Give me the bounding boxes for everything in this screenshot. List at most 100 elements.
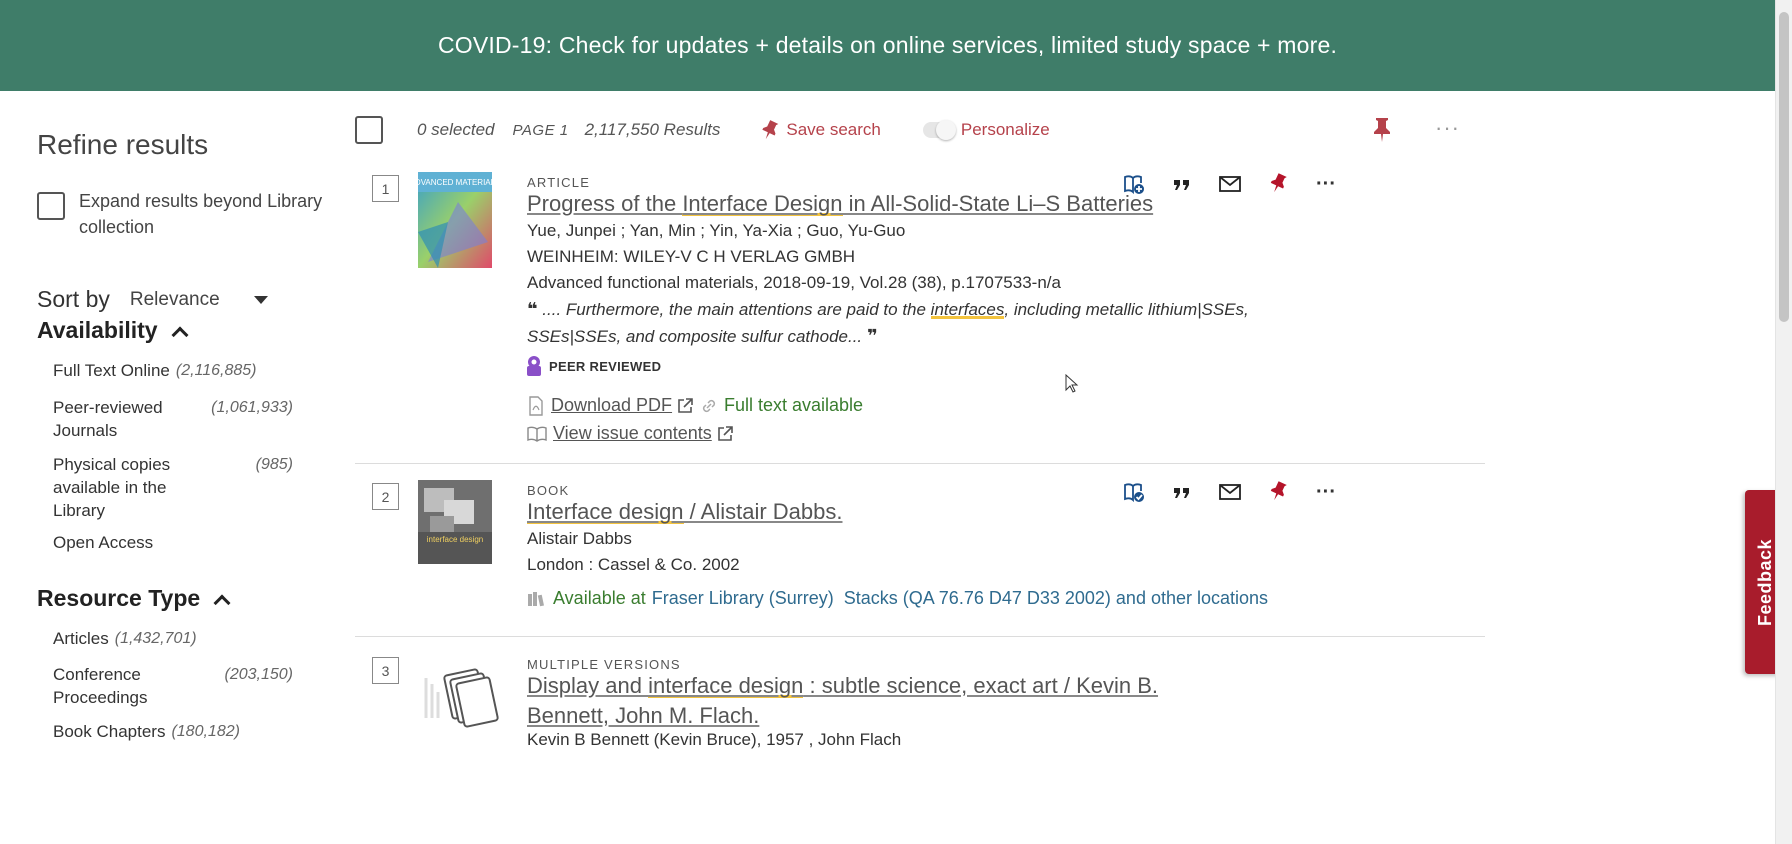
facet-label[interactable]: Conference Proceedings <box>53 663 193 709</box>
facet-label[interactable]: Book Chapters <box>53 720 165 743</box>
view-issue-contents-link[interactable]: View issue contents <box>527 423 734 444</box>
resource-type-facet-toggle[interactable]: Resource Type <box>37 585 231 612</box>
book-cover-image[interactable]: interface design <box>418 480 492 564</box>
title-highlight[interactable]: Interface design <box>527 499 684 524</box>
cite-icon[interactable] <box>1158 176 1206 192</box>
select-all-checkbox[interactable] <box>355 116 383 144</box>
personalize-toggle[interactable] <box>922 120 956 140</box>
result-authors: Kevin B Bennett (Kevin Bruce), 1957 , Jo… <box>527 730 902 749</box>
chevron-up-icon[interactable] <box>171 326 189 343</box>
result-authors: Alistair Dabbs <box>527 529 632 548</box>
availability-location-link[interactable]: Stacks (QA 76.76 D47 D33 2002) and other… <box>844 588 1268 609</box>
result-actions: ··· <box>1110 172 1350 196</box>
title-text[interactable]: in All-Solid-State Li–S Batteries <box>843 191 1154 216</box>
email-icon[interactable] <box>1206 483 1254 501</box>
download-pdf-label[interactable]: Download PDF <box>551 395 672 416</box>
journal-cover-image[interactable]: ADVANCED MATERIALS <box>410 172 500 268</box>
save-search-button[interactable]: Save search <box>760 119 881 141</box>
cite-icon[interactable] <box>1158 484 1206 500</box>
title-text[interactable]: Display and <box>527 673 648 698</box>
result-type: MULTIPLE VERSIONS <box>527 657 681 672</box>
save-search-label[interactable]: Save search <box>786 120 881 140</box>
result-item: 2 interface design BOOK Interface design… <box>355 480 1485 637</box>
result-publisher: WEINHEIM: WILEY-V C H VERLAG GMBH <box>527 247 856 266</box>
pin-icon[interactable] <box>1254 172 1302 196</box>
pin-icon[interactable] <box>1254 480 1302 504</box>
results-count: 2,117,550 Results <box>584 120 721 139</box>
more-options-icon[interactable]: ··· <box>1302 173 1350 196</box>
result-number: 2 <box>372 483 399 510</box>
pdf-file-icon <box>529 395 543 416</box>
expand-results-label[interactable]: Expand results beyond Library collection <box>79 188 349 240</box>
get-it-icon[interactable] <box>1110 480 1158 504</box>
scrollbar-thumb[interactable] <box>1779 12 1789 322</box>
download-pdf-link[interactable]: Download PDF <box>527 395 694 416</box>
facet-count: (985) <box>255 456 293 473</box>
expand-results-checkbox[interactable] <box>37 192 65 220</box>
availability-facet-toggle[interactable]: Availability <box>37 317 189 344</box>
open-book-icon <box>527 426 547 442</box>
peer-reviewed-icon <box>527 356 541 376</box>
title-text[interactable]: Progress of the <box>527 191 682 216</box>
facet-label[interactable]: Physical copies available in the Library <box>53 453 193 522</box>
covid-banner[interactable]: COVID-19: Check for updates + details on… <box>0 0 1775 91</box>
facet-label[interactable]: Open Access <box>53 531 153 554</box>
view-issue-label[interactable]: View issue contents <box>553 423 712 444</box>
cover-thumbnail[interactable]: interface design <box>418 480 500 564</box>
cover-text: ADVANCED MATERIALS <box>418 178 492 187</box>
pinned-items-button[interactable] <box>1372 117 1392 148</box>
facet-peer-reviewed[interactable]: Peer-reviewed Journals (1,061,933) <box>53 396 293 442</box>
sort-select[interactable]: Relevance <box>130 289 220 311</box>
sort-by[interactable]: Sort by Relevance <box>37 286 268 313</box>
snippet-highlight: interfaces <box>930 300 1005 319</box>
title-highlight[interactable]: interface design <box>648 673 803 698</box>
pin-icon <box>762 120 779 140</box>
more-options-icon[interactable]: ··· <box>1435 115 1460 141</box>
results-toolbar: 0 selected PAGE 1 2,117,550 Results Save… <box>355 113 1465 147</box>
refine-title: Refine results <box>37 129 209 160</box>
snippet-text: .... Furthermore, the main attentions ar… <box>537 300 931 319</box>
expand-results-option[interactable]: Expand results beyond Library collection <box>37 188 349 240</box>
availability-line[interactable]: Available at Fraser Library (Surrey) Sta… <box>527 588 1268 609</box>
cover-thumbnail[interactable]: ADVANCED MATERIALS <box>410 172 500 270</box>
caret-down-icon[interactable] <box>253 295 268 304</box>
title-highlight[interactable]: Interface Design <box>682 191 842 216</box>
result-actions: ··· <box>1110 480 1350 504</box>
facet-label[interactable]: Full Text Online <box>53 359 170 382</box>
page-scrollbar[interactable] <box>1775 0 1792 844</box>
full-text-label[interactable]: Full text available <box>724 395 863 416</box>
facet-open-access[interactable]: Open Access <box>53 531 293 554</box>
link-icon <box>702 399 716 412</box>
result-type: ARTICLE <box>527 175 591 190</box>
pin-icon <box>1374 118 1390 142</box>
result-authors: Yue, Junpei ; Yan, Min ; Yin, Ya-Xia ; G… <box>527 221 906 240</box>
personalize-label[interactable]: Personalize <box>961 120 1050 140</box>
full-text-available-link[interactable]: Full text available <box>700 395 863 416</box>
result-type: BOOK <box>527 483 570 498</box>
external-link-icon <box>717 425 733 441</box>
availability-library-link[interactable]: Fraser Library (Surrey) <box>652 588 834 609</box>
feedback-label[interactable]: Feedback <box>1756 538 1777 625</box>
email-icon[interactable] <box>1206 175 1254 193</box>
covid-banner-text[interactable]: COVID-19: Check for updates + details on… <box>438 32 1337 59</box>
facet-physical-copies[interactable]: Physical copies available in the Library… <box>53 453 293 522</box>
mouse-cursor-icon <box>1065 373 1079 399</box>
chevron-up-icon[interactable] <box>213 594 231 611</box>
peer-reviewed-badge: PEER REVIEWED <box>525 355 661 377</box>
facet-count: (1,432,701) <box>114 630 197 647</box>
result-number: 1 <box>372 175 399 202</box>
title-text[interactable]: / Alistair Dabbs. <box>684 499 843 524</box>
facet-count: (1,061,933) <box>211 399 293 416</box>
facet-conference-proceedings[interactable]: Conference Proceedings (203,150) <box>53 663 293 709</box>
result-title-link[interactable]: Display and interface design : subtle sc… <box>527 671 1227 731</box>
facet-label[interactable]: Peer-reviewed Journals <box>53 396 193 442</box>
multiple-versions-icon[interactable] <box>418 654 500 744</box>
facet-label[interactable]: Articles <box>53 627 109 650</box>
facet-full-text-online[interactable]: Full Text Online (2,116,885) <box>53 359 293 382</box>
facet-articles[interactable]: Articles (1,432,701) <box>53 627 293 650</box>
more-options-icon[interactable]: ··· <box>1302 481 1350 504</box>
page-indicator: PAGE 1 <box>512 121 569 139</box>
result-snippet: ❝ .... Furthermore, the main attentions … <box>527 296 1327 350</box>
facet-book-chapters[interactable]: Book Chapters (180,182) <box>53 720 293 743</box>
get-it-icon[interactable] <box>1110 172 1158 196</box>
